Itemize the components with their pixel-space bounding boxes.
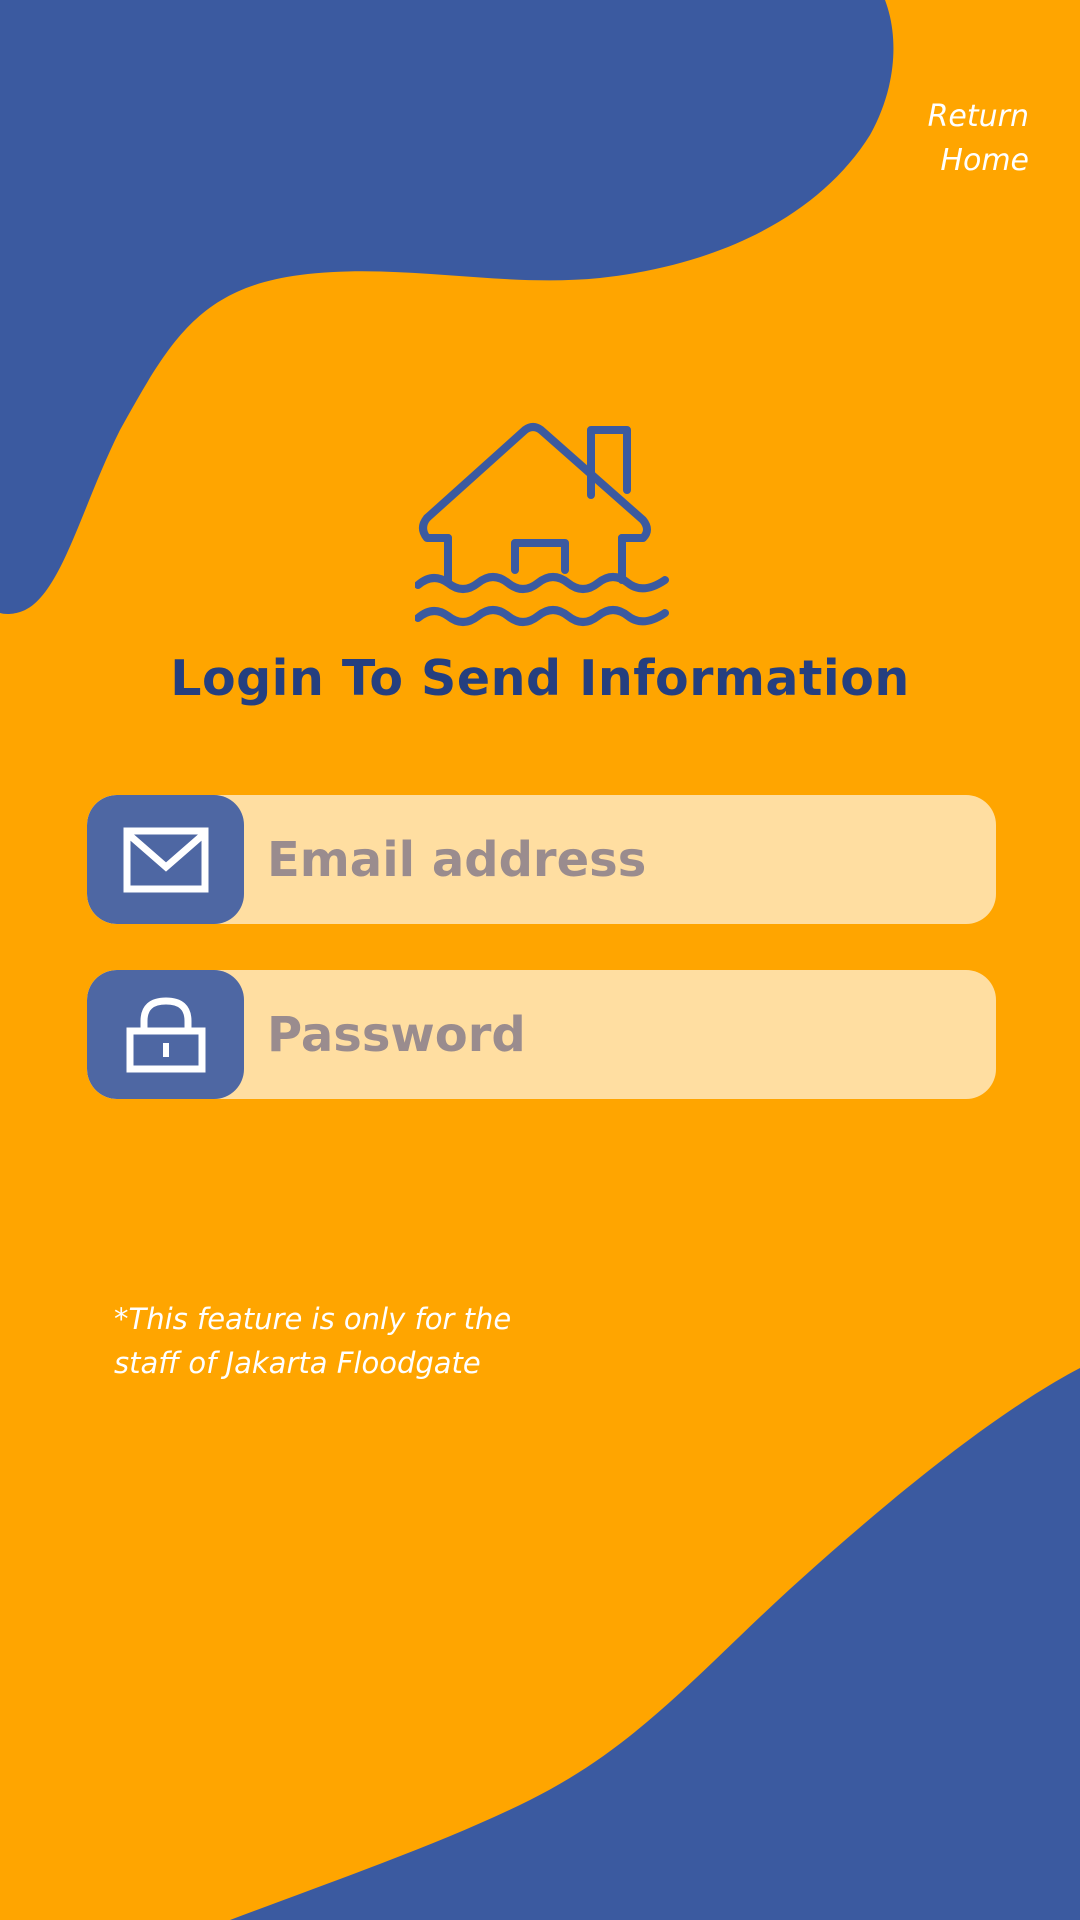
envelope-icon — [123, 827, 208, 892]
password-field-container — [87, 970, 996, 1099]
disclaimer-line2: staff of Jakarta Floodgate — [114, 1346, 481, 1380]
staff-only-disclaimer: *This feature is only for the staff of J… — [114, 1297, 634, 1385]
return-home-line1: Return — [927, 99, 1029, 134]
background-blobs — [0, 0, 1080, 1920]
email-input[interactable] — [257, 795, 977, 924]
email-icon-box — [87, 795, 244, 924]
lock-icon — [126, 996, 205, 1072]
page-title: Login To Send Information — [170, 650, 910, 707]
disclaimer-line1: *This feature is only for the — [114, 1302, 512, 1336]
password-input[interactable] — [257, 970, 977, 1099]
return-home-link[interactable]: Return Home — [829, 95, 1029, 183]
email-field-container — [87, 795, 996, 924]
house-flood-icon — [415, 423, 669, 626]
bottom-right-blob — [230, 1368, 1080, 1920]
password-icon-box — [87, 970, 244, 1099]
return-home-line2: Home — [940, 143, 1029, 178]
